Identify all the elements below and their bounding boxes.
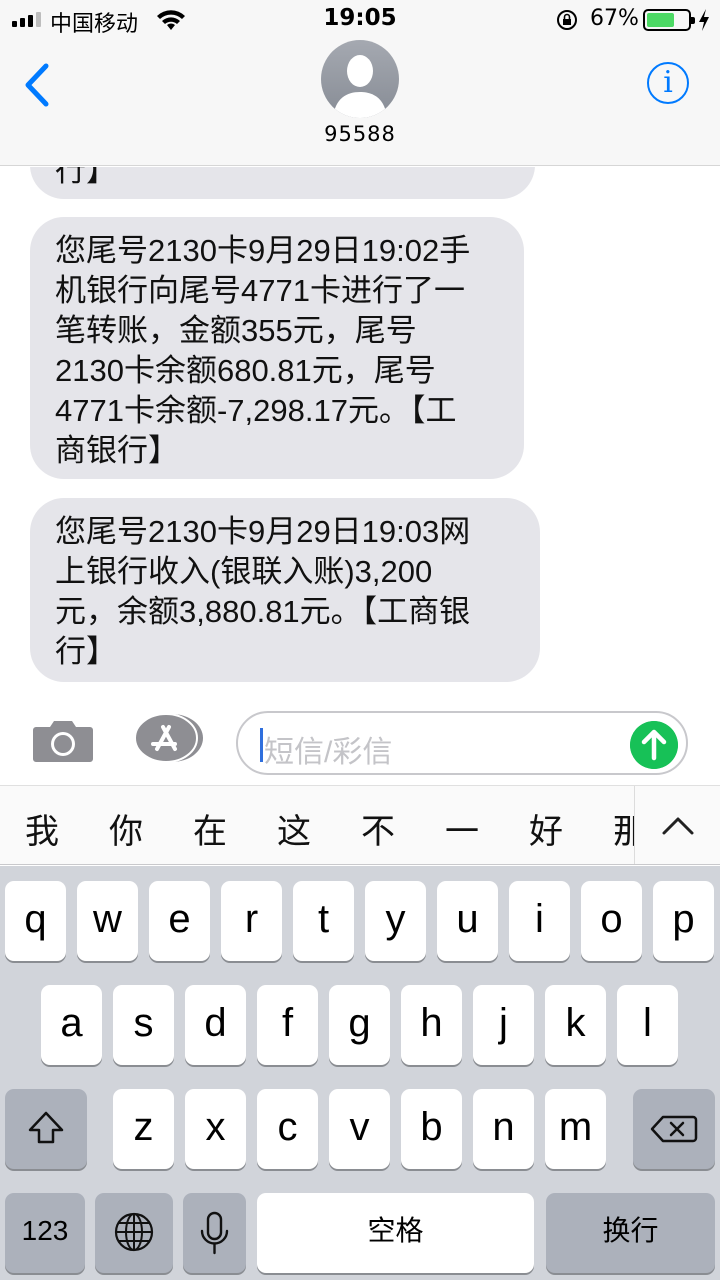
conversation-header: 95588 i xyxy=(0,40,720,166)
shift-key[interactable] xyxy=(5,1089,87,1169)
candidate-word[interactable]: 一 xyxy=(432,804,492,853)
send-arrow-up-icon[interactable] xyxy=(630,721,678,769)
key-o[interactable]: o xyxy=(581,881,642,961)
key-h[interactable]: h xyxy=(401,985,462,1065)
key-z[interactable]: z xyxy=(113,1089,174,1169)
globe-icon xyxy=(114,1212,154,1252)
key-u[interactable]: u xyxy=(437,881,498,961)
key-g[interactable]: g xyxy=(329,985,390,1065)
contact-name[interactable]: 95588 xyxy=(0,122,720,146)
candidate-word[interactable]: 不 xyxy=(348,804,408,853)
message-bubble[interactable]: 您尾号2130卡9月29日19:03网 上银行收入(银联入账)3,200 元，余… xyxy=(30,498,540,682)
globe-key[interactable] xyxy=(95,1193,173,1273)
key-l[interactable]: l xyxy=(617,985,678,1065)
space-key[interactable]: 空格 xyxy=(257,1193,534,1273)
candidate-word[interactable]: 好 xyxy=(516,804,576,853)
microphone-icon xyxy=(200,1211,229,1255)
input-placeholder: 短信/彩信 xyxy=(264,736,393,769)
message-line: 元，余额3,880.81元。【工商银 xyxy=(55,594,471,629)
key-m[interactable]: m xyxy=(545,1089,606,1169)
message-line: 您尾号2130卡9月29日19:02手 xyxy=(55,233,471,268)
message-line: 商银行】 xyxy=(55,433,179,468)
shift-icon xyxy=(28,1111,64,1144)
message-bubble[interactable]: 行】 xyxy=(30,167,535,199)
message-input[interactable]: 短信/彩信 xyxy=(236,711,688,775)
orientation-lock-icon xyxy=(557,10,577,30)
return-key[interactable]: 换行 xyxy=(546,1193,715,1273)
delete-icon xyxy=(650,1115,698,1143)
message-line: 行】 xyxy=(55,167,117,188)
delete-key[interactable] xyxy=(633,1089,715,1169)
key-n[interactable]: n xyxy=(473,1089,534,1169)
message-line: 您尾号2130卡9月29日19:03网 xyxy=(55,514,471,549)
key-r[interactable]: r xyxy=(221,881,282,961)
message-line: 4771卡余额-7,298.17元。【工 xyxy=(55,393,457,428)
message-line: 上银行收入(银联入账)3,200 xyxy=(55,554,433,589)
text-caret xyxy=(260,728,263,762)
message-list[interactable]: 行】 您尾号2130卡9月29日19:02手 机银行向尾号4771卡进行了一 笔… xyxy=(0,167,720,695)
charging-bolt-icon xyxy=(699,9,709,31)
message-bubble[interactable]: 您尾号2130卡9月29日19:02手 机银行向尾号4771卡进行了一 笔转账，… xyxy=(30,217,524,479)
battery-percent: 67% xyxy=(590,6,639,31)
camera-icon[interactable] xyxy=(32,717,94,763)
key-v[interactable]: v xyxy=(329,1089,390,1169)
message-line: 行】 xyxy=(55,634,117,669)
keyboard: q w e r t y u i o p a s d f g h j k l z … xyxy=(0,866,720,1280)
chevron-up-icon xyxy=(662,817,694,835)
person-icon xyxy=(333,55,387,118)
numbers-key[interactable]: 123 xyxy=(5,1193,85,1273)
candidate-word[interactable]: 这 xyxy=(264,804,324,853)
expand-candidates-button[interactable] xyxy=(634,786,720,864)
chevron-left-icon[interactable] xyxy=(20,62,54,108)
info-circle-icon[interactable]: i xyxy=(647,62,689,104)
app-store-icon[interactable] xyxy=(135,713,203,763)
key-k[interactable]: k xyxy=(545,985,606,1065)
message-line: 机银行向尾号4771卡进行了一 xyxy=(55,273,465,308)
contact-avatar[interactable] xyxy=(321,40,399,118)
message-line: 2130卡余额680.81元，尾号 xyxy=(55,353,436,388)
key-e[interactable]: e xyxy=(149,881,210,961)
dictation-key[interactable] xyxy=(183,1193,246,1273)
candidate-bar: 我 你 在 这 不 一 好 那 xyxy=(0,785,720,865)
battery-fill xyxy=(647,13,674,27)
key-c[interactable]: c xyxy=(257,1089,318,1169)
key-i[interactable]: i xyxy=(509,881,570,961)
key-y[interactable]: y xyxy=(365,881,426,961)
status-bar: 中国移动 19:05 67% xyxy=(0,0,720,40)
candidate-word[interactable]: 你 xyxy=(96,804,156,853)
candidate-word[interactable]: 我 xyxy=(12,804,72,853)
key-j[interactable]: j xyxy=(473,985,534,1065)
key-b[interactable]: b xyxy=(401,1089,462,1169)
key-s[interactable]: s xyxy=(113,985,174,1065)
key-d[interactable]: d xyxy=(185,985,246,1065)
candidate-word[interactable]: 在 xyxy=(180,804,240,853)
message-line: 笔转账，金额355元，尾号 xyxy=(55,313,417,348)
key-f[interactable]: f xyxy=(257,985,318,1065)
key-x[interactable]: x xyxy=(185,1089,246,1169)
compose-bar: 短信/彩信 xyxy=(0,695,720,785)
key-a[interactable]: a xyxy=(41,985,102,1065)
key-t[interactable]: t xyxy=(293,881,354,961)
key-q[interactable]: q xyxy=(5,881,66,961)
key-w[interactable]: w xyxy=(77,881,138,961)
battery-icon xyxy=(643,9,695,31)
key-p[interactable]: p xyxy=(653,881,714,961)
